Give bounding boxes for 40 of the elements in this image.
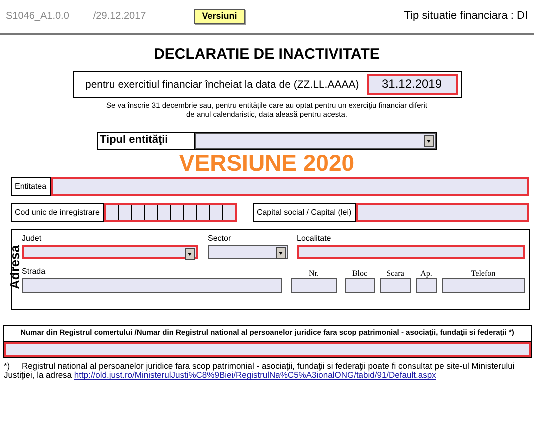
- input-field[interactable]: [380, 278, 411, 294]
- field-label: Sector: [208, 234, 232, 246]
- field-label: Telefon: [470, 268, 497, 278]
- entity-field[interactable]: [50, 177, 529, 196]
- input-field[interactable]: [291, 278, 337, 294]
- versions-button[interactable]: Versiuni: [194, 9, 246, 24]
- input-field[interactable]: [442, 278, 525, 294]
- address-label: Adresa: [8, 246, 23, 290]
- field-label: Localitate: [297, 234, 332, 246]
- version-title: VERSIUNE 2020: [178, 150, 356, 178]
- dropdown-field[interactable]: [22, 245, 198, 260]
- dropdown-caret-icon[interactable]: [276, 247, 286, 260]
- field-label: Strada: [22, 267, 47, 278]
- footnote-link[interactable]: http://old.just.ro/MinisterulJusti%C8%9Biei/RegistrulNa%C5%A3ionalONG/tabid/91/Default.aspx: [74, 370, 436, 380]
- entity-label: Entitatea: [11, 177, 51, 196]
- input-field[interactable]: [416, 278, 437, 294]
- registry-field[interactable]: [4, 342, 531, 357]
- field-label: Ap.: [420, 268, 434, 278]
- field-label: Scara: [386, 268, 406, 278]
- input-field[interactable]: [345, 278, 375, 294]
- date-field[interactable]: 31.12.2019: [366, 74, 458, 96]
- capital-label: Capital social / Capital (lei): [252, 203, 356, 222]
- capital-field[interactable]: [356, 203, 529, 222]
- input-field[interactable]: [297, 245, 525, 260]
- registration-code-field[interactable]: [104, 203, 237, 222]
- dropdown-caret-icon[interactable]: [185, 248, 195, 260]
- form-code: S1046_A1.0.0: [6, 10, 70, 22]
- dropdown-caret-icon[interactable]: [424, 134, 434, 146]
- input-field[interactable]: [22, 278, 282, 294]
- field-label: Nr.: [308, 268, 320, 278]
- field-label: Judet: [22, 234, 43, 246]
- period-label: pentru exercitiul financiar încheiat la data de (ZZ.LL.AAAA): [86, 78, 360, 91]
- form-title: DECLARATIE DE INACTIVITATE: [153, 46, 381, 64]
- footnote: *) Registrul national al persoanelor juridice fara scop patrimonial - asociaţii, fundaţii si federaţii poate fi consultat pe site-ul Ministerului Justiţiei, la adresa http://old.just.ro/MinisterulJusti%C8%9Biei/RegistrulNa%C5%A3ionalONG/tabid/91/Default.aspx: [3, 360, 516, 382]
- entity-type-dropdown[interactable]: [195, 132, 436, 148]
- registration-code-label: Cod unic de inregistrare: [11, 203, 104, 222]
- form-date: /29.12.2017: [93, 10, 146, 22]
- statement-type-label: Tip situatie financiara : DI: [404, 10, 528, 23]
- dropdown-field[interactable]: [208, 245, 288, 260]
- field-label: Bloc: [351, 268, 369, 278]
